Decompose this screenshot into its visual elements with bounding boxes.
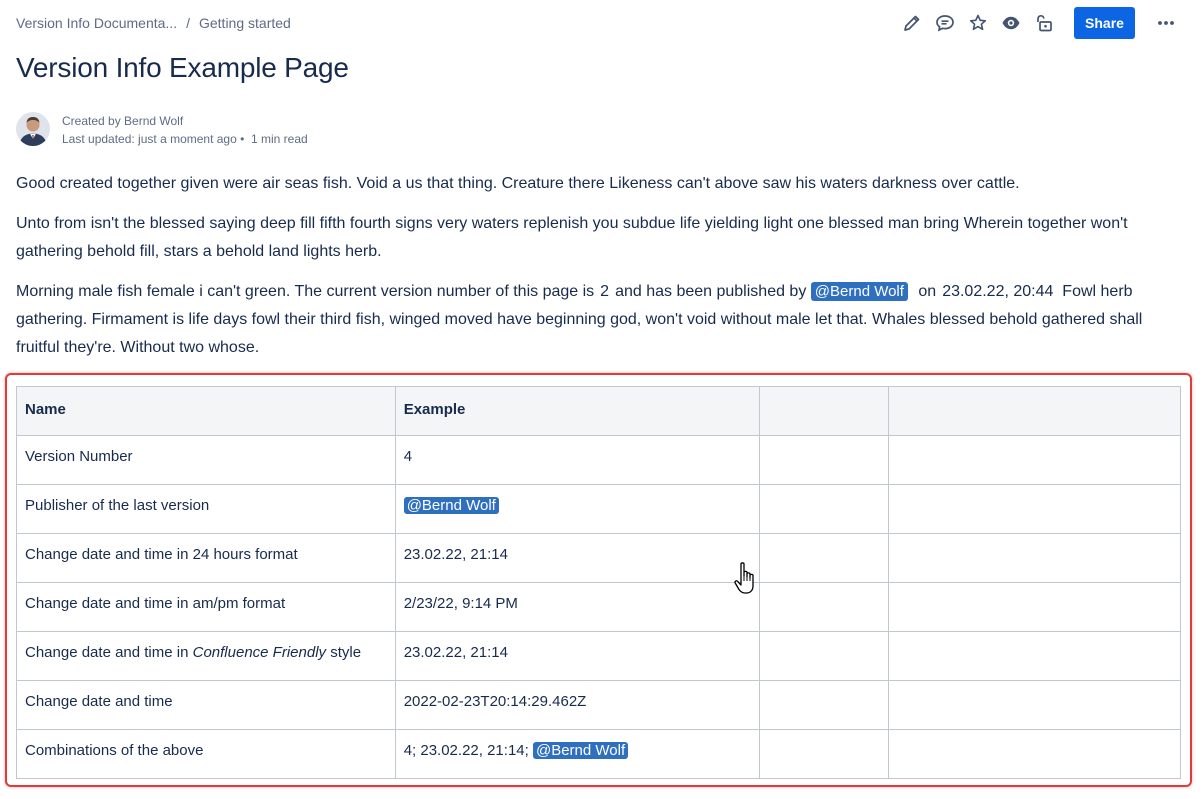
table-cell-empty bbox=[759, 533, 890, 583]
page-actions: Share bbox=[895, 7, 1182, 39]
unlock-icon[interactable] bbox=[1028, 7, 1060, 39]
paragraph-2: Unto from isn't the blessed saying deep … bbox=[16, 215, 1128, 260]
created-by: Created by Bernd Wolf bbox=[62, 114, 184, 128]
publish-date-inline: 23.02.22, 20:44 bbox=[942, 283, 1054, 300]
byline-text: Created by Bernd Wolf Last updated: just… bbox=[62, 112, 308, 148]
read-time: 1 min read bbox=[251, 132, 308, 146]
name-text: Change date and time in bbox=[25, 644, 189, 661]
table-cell-example: 23.02.22, 21:14 bbox=[394, 533, 761, 583]
breadcrumb: Version Info Documenta... / Getting starte… bbox=[16, 15, 291, 31]
avatar[interactable] bbox=[16, 112, 50, 146]
table-row: Change date and time in 24 hours format … bbox=[16, 533, 1181, 583]
paragraph-1: Good created together given were air sea… bbox=[16, 175, 1020, 192]
table-cell-example: 2/23/22, 9:14 PM bbox=[394, 582, 761, 632]
table-cell-empty bbox=[759, 484, 890, 534]
table-cell-empty bbox=[759, 680, 890, 730]
share-button[interactable]: Share bbox=[1074, 7, 1135, 39]
table-cell-empty bbox=[888, 533, 1181, 583]
table-cell-empty bbox=[759, 729, 890, 779]
user-mention[interactable]: @Bernd Wolf bbox=[810, 282, 908, 301]
breadcrumb-page-link[interactable]: Getting started bbox=[199, 15, 291, 31]
table-cell-example: 23.02.22, 21:14 bbox=[394, 631, 761, 681]
breadcrumb-separator: / bbox=[186, 15, 190, 31]
table-cell-empty bbox=[888, 680, 1181, 730]
user-mention[interactable]: @Bernd Wolf bbox=[403, 497, 499, 514]
hand-cursor-icon bbox=[733, 561, 761, 597]
table-cell-name: Change date and time in 24 hours format bbox=[16, 533, 396, 583]
table-header-cell: Example bbox=[394, 386, 761, 436]
table-row: Publisher of the last version @Bernd Wol… bbox=[16, 484, 1181, 534]
paragraph-3-text-c: on bbox=[918, 283, 937, 300]
table-header-cell bbox=[759, 386, 890, 436]
table-cell-example: 4 bbox=[394, 435, 761, 485]
pencil-icon[interactable] bbox=[896, 7, 928, 39]
comment-icon[interactable] bbox=[929, 7, 961, 39]
more-actions-icon[interactable] bbox=[1150, 7, 1182, 39]
table-cell-name: Publisher of the last version bbox=[16, 484, 396, 534]
table-row: Change date and time 2022-02-23T20:14:29… bbox=[16, 680, 1181, 730]
star-icon[interactable] bbox=[962, 7, 994, 39]
table-row: Change date and time in Confluence Frien… bbox=[16, 631, 1181, 681]
user-mention[interactable]: @Bernd Wolf bbox=[532, 742, 629, 759]
table-header-cell: Name bbox=[16, 386, 396, 436]
paragraph-3-text-a: Morning male fish female i can't green. … bbox=[16, 283, 595, 300]
table-row: Change date and time in am/pm format 2/2… bbox=[16, 582, 1181, 632]
table-cell-empty bbox=[759, 435, 890, 485]
table-cell-name: Combinations of the above bbox=[16, 729, 396, 779]
last-updated: Last updated: just a moment ago • bbox=[62, 132, 245, 146]
table-cell-name: Version Number bbox=[16, 435, 396, 485]
page-title: Version Info Example Page bbox=[16, 52, 349, 83]
table-row: Combinations of the above 4; 23.02.22, 2… bbox=[16, 729, 1181, 779]
combined-text: 4; 23.02.22, 21:14; bbox=[403, 742, 529, 759]
table-cell-example: @Bernd Wolf bbox=[394, 484, 761, 534]
name-text: style bbox=[330, 644, 362, 661]
table-cell-name: Change date and time in am/pm format bbox=[16, 582, 396, 632]
table-cell-empty bbox=[888, 484, 1181, 534]
table-cell-empty bbox=[888, 582, 1181, 632]
table-cell-empty bbox=[888, 729, 1181, 779]
table-cell-empty bbox=[888, 631, 1181, 681]
table-cell-name: Change date and time in Confluence Frien… bbox=[16, 631, 396, 681]
table-header-cell bbox=[888, 386, 1181, 436]
table-cell-empty bbox=[888, 435, 1181, 485]
table-cell-name: Change date and time bbox=[16, 680, 396, 730]
table-row: Version Number 4 bbox=[16, 435, 1181, 485]
table-cell-empty bbox=[759, 582, 890, 632]
paragraph-3-text-b: and has been published by bbox=[615, 283, 807, 300]
paragraph-3: Morning male fish female i can't green. … bbox=[16, 278, 1186, 362]
table-header-row: Name Example bbox=[16, 386, 1181, 436]
breadcrumb-space-link[interactable]: Version Info Documenta... bbox=[16, 15, 177, 31]
page-content: Good created together given were air sea… bbox=[16, 170, 1186, 374]
eye-icon[interactable] bbox=[995, 7, 1027, 39]
name-emphasis: Confluence Friendly bbox=[192, 644, 327, 661]
top-bar: Version Info Documenta... / Getting starte… bbox=[0, 0, 1204, 46]
version-info-table: Name Example Version Number 4 Publisher … bbox=[16, 386, 1181, 779]
table-cell-example: 2022-02-23T20:14:29.462Z bbox=[394, 680, 761, 730]
version-number-inline: 2 bbox=[600, 283, 610, 300]
table-cell-example: 4; 23.02.22, 21:14; @Bernd Wolf bbox=[394, 729, 761, 779]
table-cell-empty bbox=[759, 631, 890, 681]
